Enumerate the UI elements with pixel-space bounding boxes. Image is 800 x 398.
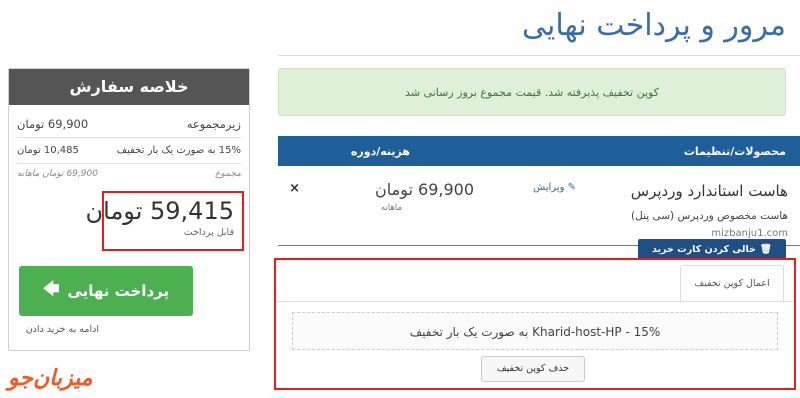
recurring-label: مجموع bbox=[215, 169, 241, 179]
product-domain: mizbanju1.com bbox=[711, 228, 788, 239]
checkout-button[interactable]: پرداخت نهایی 🡄 bbox=[19, 266, 193, 316]
title-divider bbox=[278, 55, 800, 56]
cart-table-header: محصولات/تنظیمات هزینه/دوره bbox=[278, 136, 800, 166]
summary-divider bbox=[17, 137, 241, 138]
remove-item-button[interactable]: × bbox=[289, 181, 300, 196]
summary-divider bbox=[17, 163, 241, 164]
product-name: هاست استاندارد وردپرس bbox=[630, 182, 788, 200]
discount-value: 10,485 تومان bbox=[17, 145, 79, 156]
continue-shopping-link[interactable]: ادامه به خرید دادن bbox=[26, 324, 99, 335]
applied-coupon-box: Kharid-host-HP - 15% به صورت یک بار تخفی… bbox=[292, 312, 778, 350]
total-due-box: 59,415 تومان قابل پرداخت bbox=[85, 191, 244, 251]
recurring-row: مجموع 69,900 تومان ماهانه bbox=[17, 169, 241, 179]
tab-apply-coupon[interactable]: اعمال کوپن تخفیف bbox=[680, 265, 784, 301]
cart-table: محصولات/تنظیمات هزینه/دوره هاست استاندار… bbox=[278, 136, 800, 246]
col-price-header: هزینه/دوره bbox=[350, 145, 410, 158]
order-summary-panel: خلاصه سفارش زیرمجموعه 69,900 تومان 15% ب… bbox=[8, 68, 250, 351]
edit-product-link[interactable]: ✎ ویرایش bbox=[533, 182, 576, 193]
coupon-success-alert: کوپن تخفیف پذیرفته شد. قیمت مجموع بروز ر… bbox=[278, 68, 786, 116]
edit-label: ویرایش bbox=[532, 182, 565, 193]
checkout-label: پرداخت نهایی bbox=[67, 282, 170, 300]
remove-coupon-button[interactable]: حذف کوپن تخفیف bbox=[481, 356, 585, 382]
order-summary-header: خلاصه سفارش bbox=[9, 69, 249, 105]
subtotal-label: زیرمجموعه bbox=[186, 117, 241, 131]
arrow-left-icon: 🡄 bbox=[42, 278, 60, 298]
product-description: هاست مخصوص وردپرس (سی پنل) bbox=[631, 210, 788, 222]
empty-cart-label: خالی کردن کارت خرید bbox=[652, 244, 756, 255]
col-products-header: محصولات/تنظیمات bbox=[683, 145, 786, 158]
coupon-panel: اعمال کوپن تخفیف Kharid-host-HP - 15% به… bbox=[274, 258, 796, 390]
product-billing-cycle: ماهانه bbox=[380, 203, 402, 213]
pencil-icon: ✎ bbox=[567, 182, 576, 193]
discount-label: 15% به صورت یک بار تخفیف bbox=[116, 145, 241, 156]
empty-cart-button[interactable]: 🗑 خالی کردن کارت خرید bbox=[638, 239, 786, 260]
total-label: قابل پرداخت bbox=[183, 227, 234, 238]
recurring-value: 69,900 تومان ماهانه bbox=[17, 169, 98, 179]
discount-row: 15% به صورت یک بار تخفیف 10,485 تومان bbox=[17, 145, 241, 156]
product-price: 69,900 تومان bbox=[375, 180, 474, 199]
brand-logo: میزبان‌جو bbox=[8, 365, 93, 391]
cart-item-row: هاست استاندارد وردپرس ✎ ویرایش هاست مخصو… bbox=[278, 166, 800, 246]
trash-icon: 🗑 bbox=[759, 244, 772, 255]
subtotal-value: 69,900 تومان bbox=[17, 117, 89, 131]
total-amount: 59,415 تومان bbox=[85, 197, 234, 225]
page-title: مرور و پرداخت نهایی bbox=[522, 8, 786, 43]
subtotal-row: زیرمجموعه 69,900 تومان bbox=[17, 117, 241, 131]
